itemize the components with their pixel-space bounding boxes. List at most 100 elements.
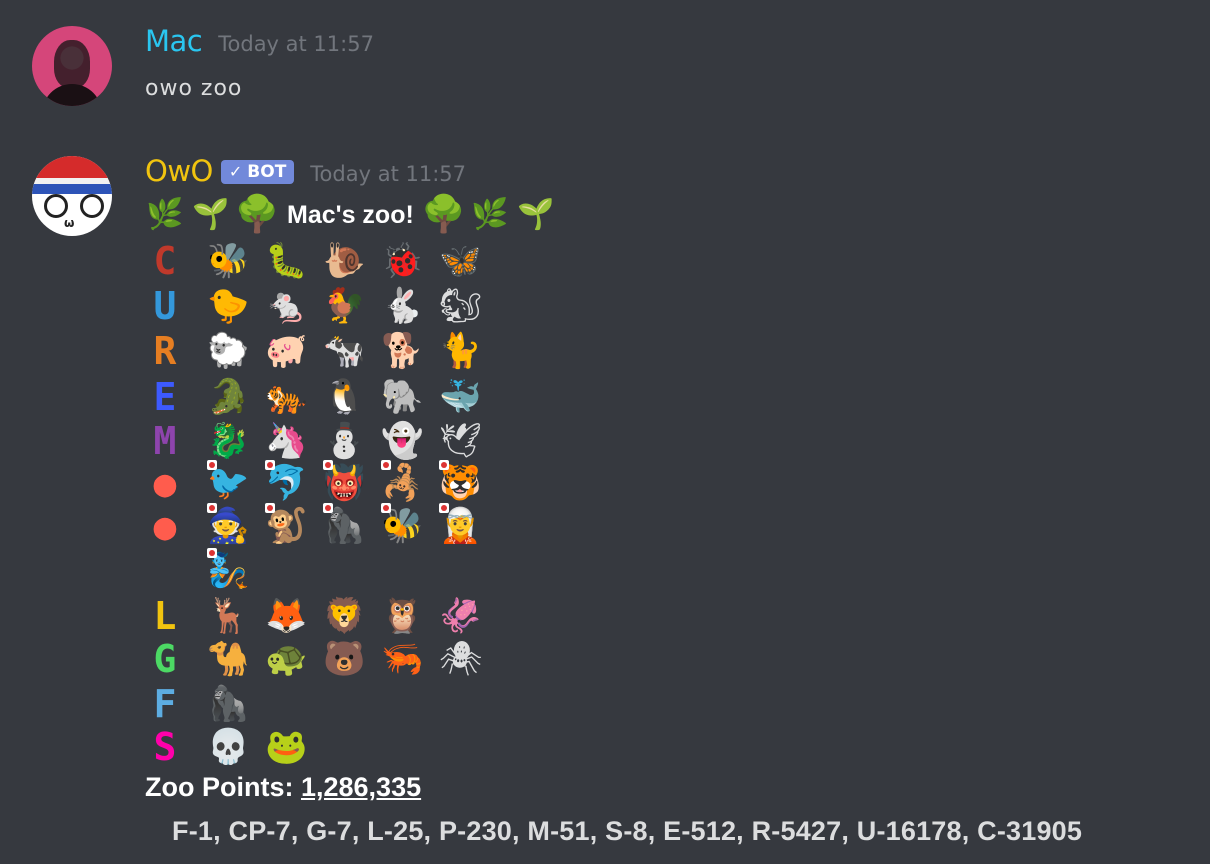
animal-emoji-glyph: 💀 xyxy=(207,727,250,767)
animal-emoji[interactable]: 🐊 xyxy=(207,374,265,420)
animal-emoji[interactable]: 🐑 xyxy=(207,328,265,374)
animal-emoji-glyph: 🐛 xyxy=(265,241,308,281)
animal-emoji-glyph: 👻 xyxy=(381,421,424,461)
check-icon: ✓ xyxy=(228,162,243,181)
animal-emoji-glyph: 🐘 xyxy=(381,377,424,417)
animal-emoji[interactable]: 🐿 xyxy=(439,283,497,329)
animal-emoji-glyph: 🦄 xyxy=(265,421,308,461)
bot-tag-label: BOT xyxy=(247,161,287,182)
animal-emoji[interactable]: 🐓 xyxy=(323,283,381,329)
user-avatar[interactable] xyxy=(32,26,112,106)
animal-emoji[interactable]: 🦍 xyxy=(323,503,381,549)
zoo-points-label: Zoo Points: xyxy=(145,772,301,802)
animal-emoji[interactable]: 🐬 xyxy=(265,460,323,506)
gemstone-rank-icon: G xyxy=(153,637,177,681)
animal-emoji-glyph: 🦍 xyxy=(207,684,250,724)
animal-emoji-glyph: 🐳 xyxy=(439,377,482,417)
animal-emoji-glyph: 🧝 xyxy=(439,506,482,546)
animal-emoji[interactable]: 🐒 xyxy=(265,503,323,549)
animal-emoji[interactable]: 🦂 xyxy=(381,460,439,506)
zoo-row-uncommon: U 🐤 🐁 🐓 🐇 🐿 xyxy=(145,283,497,329)
animal-emoji-glyph: ⛄ xyxy=(323,421,366,461)
animal-emoji[interactable]: 🐧 xyxy=(323,374,381,420)
animal-emoji[interactable]: 👹 xyxy=(323,460,381,506)
animal-emoji-glyph: 🧞 xyxy=(207,551,250,591)
zoo-points: Zoo Points: 1,286,335 xyxy=(145,772,421,803)
animal-emoji[interactable]: 🦁 xyxy=(323,593,381,639)
animal-emoji[interactable]: 🐯 xyxy=(439,460,497,506)
username[interactable]: Mac xyxy=(145,24,203,58)
patreon-icon xyxy=(381,503,391,513)
animal-emoji[interactable]: 🦊 xyxy=(265,593,323,639)
animal-emoji[interactable]: 🦐 xyxy=(381,636,439,682)
cpatreon-extra-rank-icon xyxy=(145,549,185,593)
animal-emoji[interactable]: 🦉 xyxy=(381,593,439,639)
animal-emoji-glyph: 👹 xyxy=(323,463,366,503)
animal-emoji[interactable]: 🐈 xyxy=(439,328,497,374)
animal-emoji[interactable]: 🧙 xyxy=(207,503,265,549)
animal-emoji[interactable]: 🐇 xyxy=(381,283,439,329)
animal-emoji[interactable]: 🐝 xyxy=(207,238,265,284)
patreon-icon xyxy=(265,503,275,513)
animal-emoji[interactable]: 🐁 xyxy=(265,283,323,329)
animal-emoji[interactable]: 🐘 xyxy=(381,374,439,420)
animal-emoji[interactable]: 🕷 xyxy=(439,636,497,682)
animal-emoji[interactable]: 🦍 xyxy=(207,681,265,727)
animal-emoji[interactable]: 🐌 xyxy=(323,238,381,284)
zoo-row-legendary: L 🦌 🦊 🦁 🦉 🦑 xyxy=(145,593,497,639)
animal-emoji[interactable]: 🐻 xyxy=(323,636,381,682)
animal-emoji[interactable]: 🐉 xyxy=(207,418,265,464)
zoo-title: Mac's zoo! xyxy=(287,200,414,229)
animal-emoji[interactable]: 🦑 xyxy=(439,593,497,639)
animal-emoji[interactable]: 🕊 xyxy=(439,418,497,464)
animal-emoji-glyph: 🐓 xyxy=(323,286,366,326)
animal-emoji-glyph: 🐖 xyxy=(265,331,308,371)
animal-emoji[interactable]: 🐄 xyxy=(323,328,381,374)
animal-emoji[interactable]: 🐕 xyxy=(381,328,439,374)
animal-emoji-glyph: 🐁 xyxy=(265,286,308,326)
animal-emoji[interactable]: 🦋 xyxy=(439,238,497,284)
seedling-icon: 🌱 xyxy=(517,197,555,232)
animal-emoji[interactable]: 🦄 xyxy=(265,418,323,464)
animal-emoji-glyph: 🐌 xyxy=(323,241,366,281)
animal-emoji[interactable]: 🐤 xyxy=(207,283,265,329)
animal-emoji-glyph: 🕷 xyxy=(439,639,483,679)
zoo-row-cpatreon: ● 🧙 🐒 🦍 🐝 🧝 xyxy=(145,503,497,549)
animal-emoji[interactable]: 🧝 xyxy=(439,503,497,549)
animal-emoji-glyph: 🐒 xyxy=(265,506,308,546)
animal-emoji-glyph: 🐤 xyxy=(207,286,250,326)
zoo-row-special: S 💀 🐸 xyxy=(145,724,323,770)
owo-bot-avatar[interactable]: ω xyxy=(32,156,112,236)
animal-emoji[interactable]: 🐢 xyxy=(265,636,323,682)
animal-emoji[interactable]: 👻 xyxy=(381,418,439,464)
animal-emoji[interactable]: 💀 xyxy=(207,724,265,770)
animal-emoji-glyph: 🧙 xyxy=(207,506,250,546)
patreon-icon xyxy=(265,460,275,470)
epic-rank-icon: E xyxy=(153,375,177,419)
tree-icon: 🌳 xyxy=(234,194,280,235)
animal-emoji[interactable]: 🐖 xyxy=(265,328,323,374)
animal-emoji[interactable]: 🐅 xyxy=(265,374,323,420)
username[interactable]: OwO xyxy=(145,154,213,188)
animal-emoji[interactable]: 🐪 xyxy=(207,636,265,682)
animal-emoji[interactable]: 🐳 xyxy=(439,374,497,420)
animal-emoji-glyph: 🦋 xyxy=(439,241,482,281)
message-text: owo zoo xyxy=(145,76,243,101)
animal-emoji[interactable]: 🐛 xyxy=(265,238,323,284)
animal-emoji-glyph: 🐯 xyxy=(439,463,482,503)
animal-emoji[interactable]: ⛄ xyxy=(323,418,381,464)
animal-emoji-glyph: 🦐 xyxy=(381,639,424,679)
timestamp[interactable]: Today at 11:57 xyxy=(310,162,466,186)
animal-emoji[interactable]: 🐝 xyxy=(381,503,439,549)
animal-emoji[interactable]: 🐸 xyxy=(265,724,323,770)
animal-emoji[interactable]: 🧞 xyxy=(207,548,265,594)
animal-emoji-glyph: 🐊 xyxy=(207,377,250,417)
animal-emoji-glyph: 🐑 xyxy=(207,331,250,371)
animal-emoji[interactable]: 🐦 xyxy=(207,460,265,506)
animal-emoji[interactable]: 🐞 xyxy=(381,238,439,284)
patreon-icon xyxy=(439,503,449,513)
animal-emoji-glyph: 🕊 xyxy=(439,421,483,461)
timestamp[interactable]: Today at 11:57 xyxy=(218,32,374,56)
animal-emoji[interactable]: 🦌 xyxy=(207,593,265,639)
animal-emoji-glyph: 🐞 xyxy=(381,241,424,281)
